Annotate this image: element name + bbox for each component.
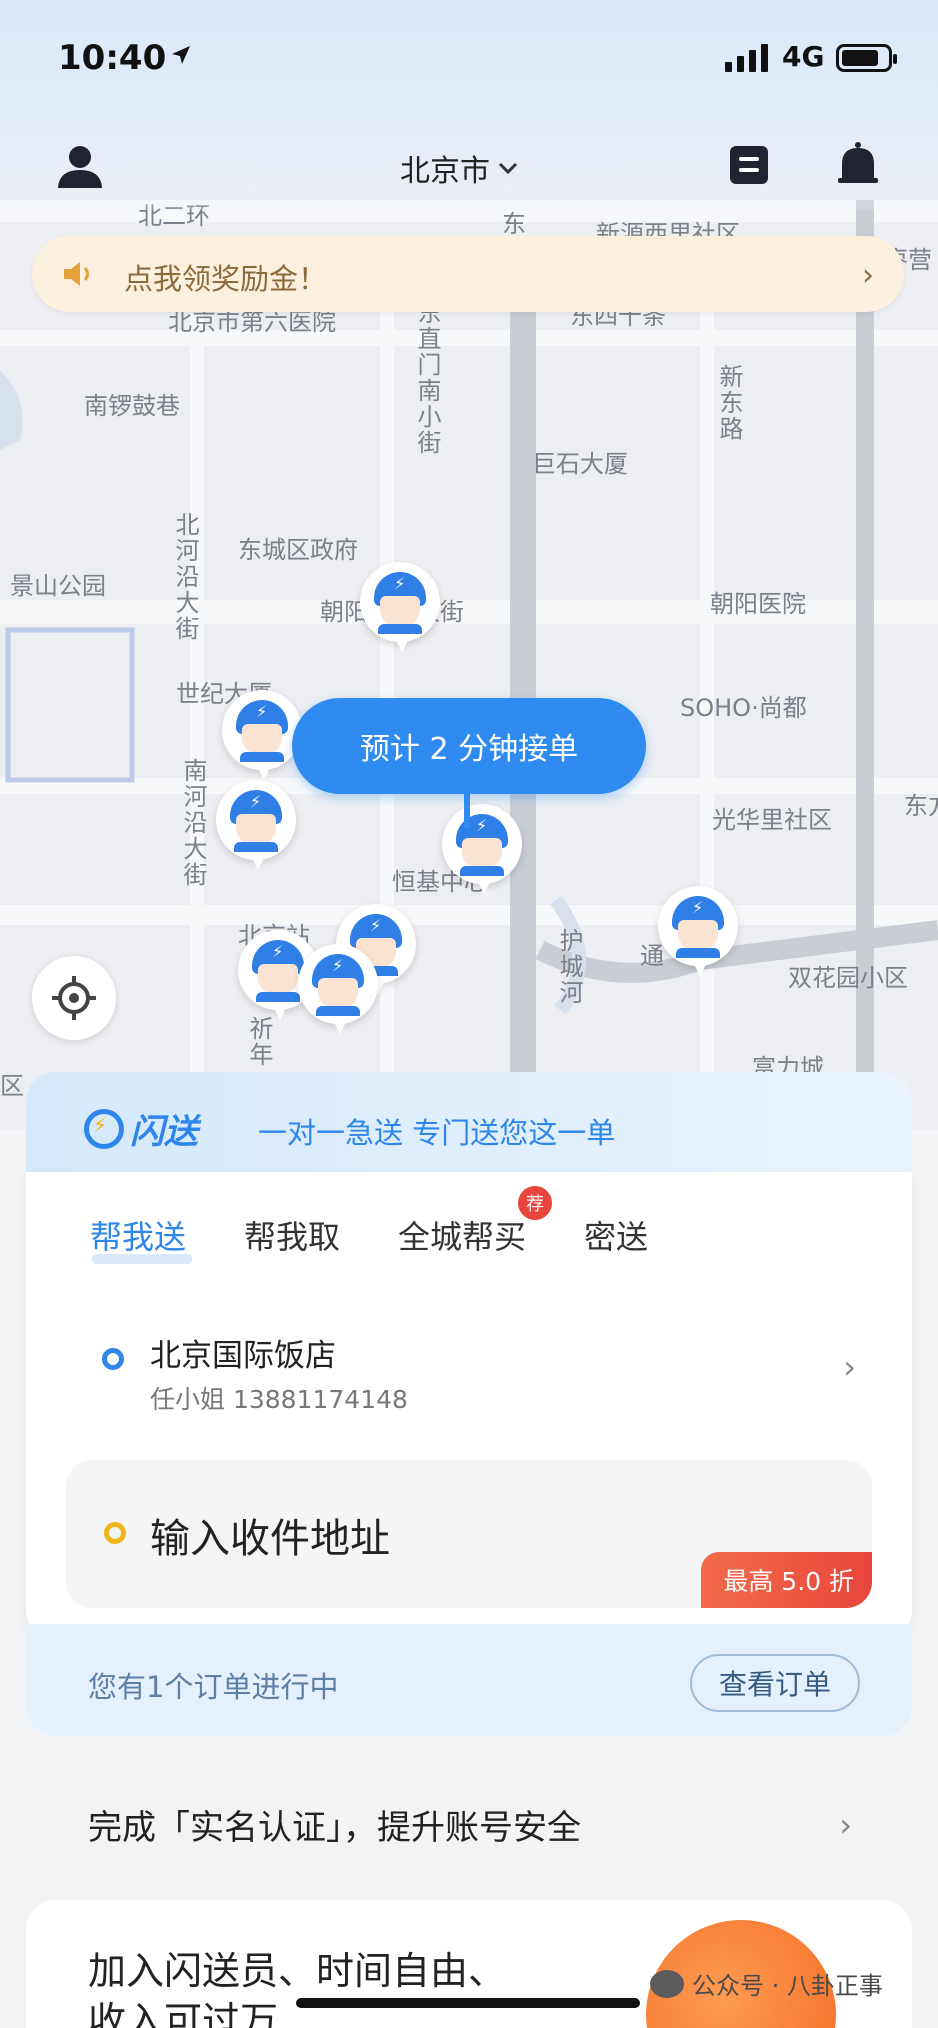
brand-logo: 闪送 <box>84 1104 198 1153</box>
verify-text: 完成「实名认证」，提升账号安全 <box>88 1808 581 1848</box>
speaker-icon <box>64 262 89 286</box>
map-label: 光华里社区 <box>712 806 832 834</box>
map-label: 南河沿大街 <box>179 758 207 888</box>
tab-send-for-me[interactable]: 帮我送 <box>90 1212 193 1264</box>
eta-bubble: 预计 2 分钟接单 <box>292 698 646 794</box>
watermark: 公众号 · 八卦正事 <box>650 1966 883 2001</box>
map-label: 东方 <box>904 792 938 820</box>
tab-city-purchase-label: 全城帮买 <box>398 1218 527 1256</box>
sender-contact: 任小姐 13881174148 <box>150 1385 408 1414</box>
service-tabs: 帮我送 帮我取 全城帮买 荐 密送 <box>90 1186 706 1264</box>
map-label: 景山公园 <box>10 572 106 600</box>
sender-address-row[interactable]: 北京国际饭店 任小姐 13881174148 › <box>26 1322 912 1422</box>
order-card: 帮我送 帮我取 全城帮买 荐 密送 北京国际饭店 任小姐 13881174148… <box>26 1172 912 1640</box>
eta-pin-stem <box>464 794 470 828</box>
top-bar: 北京市 <box>0 120 938 210</box>
map-label: 双花园小区 <box>788 964 908 992</box>
home-indicator[interactable] <box>296 1998 640 2008</box>
map-label: 北河沿大街 <box>171 512 199 642</box>
map-label: SOHO·尚都 <box>680 694 807 722</box>
chevron-right-icon: › <box>843 1348 856 1386</box>
reward-text: 点我领奖励金！ <box>124 262 328 296</box>
join-courier-card[interactable]: 加入闪送员、时间自由、 收入可过万 <box>26 1900 912 2028</box>
bell-icon[interactable] <box>836 140 880 190</box>
map-label: 东城区政府 <box>238 536 358 564</box>
map-label: 护城河 <box>555 928 583 1006</box>
courier-marker[interactable]: ⚡ <box>298 944 378 1036</box>
tab-city-purchase[interactable]: 全城帮买 荐 <box>398 1186 553 1258</box>
brand-name: 闪送 <box>130 1112 198 1152</box>
chevron-right-icon: › <box>839 1806 852 1844</box>
brand-slogan: 一对一急送 专门送您这一单 <box>258 1116 616 1150</box>
tab-secret-delivery[interactable]: 密送 <box>584 1212 648 1258</box>
battery-icon <box>836 44 897 72</box>
status-bar: 10:40 4G <box>0 0 938 120</box>
network-type: 4G <box>782 40 825 73</box>
courier-marker[interactable]: ⚡ <box>658 886 738 978</box>
receiver-address-field[interactable]: 输入收件地址 最高 5.0 折 <box>66 1460 872 1608</box>
courier-marker[interactable]: ⚡ <box>360 562 440 654</box>
map-label: 巨石大厦 <box>532 450 628 478</box>
map-label: 朝阳医院 <box>710 590 806 618</box>
receiver-placeholder: 输入收件地址 <box>150 1516 390 1562</box>
orders-list-icon[interactable] <box>730 146 768 184</box>
reward-banner[interactable]: 点我领奖励金！ › <box>32 236 904 312</box>
city-selector[interactable]: 北京市 <box>400 146 518 190</box>
chevron-right-icon: › <box>862 258 874 293</box>
signal-icon <box>725 44 768 72</box>
watermark-text: 公众号 · 八卦正事 <box>692 1972 883 2000</box>
crosshair-icon <box>52 976 96 1020</box>
view-order-button[interactable]: 查看订单 <box>690 1654 860 1712</box>
sender-dot-icon <box>102 1348 124 1370</box>
courier-marker[interactable]: ⚡ <box>222 690 302 782</box>
bolt-logo-icon <box>84 1108 124 1149</box>
order-progress-bar: 您有1个订单进行中 查看订单 <box>26 1624 912 1736</box>
map-label: 东直门南小街 <box>413 300 441 456</box>
join-title-line1: 加入闪送员、时间自由、 <box>88 1949 507 1993</box>
tab-pick-up-for-me[interactable]: 帮我取 <box>244 1212 340 1258</box>
locate-button[interactable] <box>32 956 116 1040</box>
map-label: 祈年 <box>245 1016 273 1068</box>
join-title-line2: 收入可过万 <box>88 1999 279 2028</box>
courier-marker[interactable]: ⚡ <box>216 780 296 872</box>
real-name-verify-row[interactable]: 完成「实名认证」，提升账号安全 › <box>0 1760 938 1890</box>
receiver-dot-icon <box>104 1522 126 1544</box>
map-label: 区 <box>0 1072 24 1100</box>
user-profile-icon[interactable] <box>55 142 105 192</box>
recommend-badge: 荐 <box>518 1186 553 1220</box>
sender-name: 北京国际饭店 <box>150 1338 336 1374</box>
location-arrow-icon <box>172 46 190 64</box>
map-label: 新东路 <box>715 364 743 442</box>
status-time: 10:40 <box>58 38 167 78</box>
chevron-down-icon <box>498 162 518 175</box>
order-progress-text: 您有1个订单进行中 <box>88 1670 339 1704</box>
courier-marker[interactable]: ⚡ <box>442 804 522 896</box>
service-header: 闪送 一对一急送 专门送您这一单 <box>26 1072 912 1182</box>
map-label: 南锣鼓巷 <box>84 392 180 420</box>
wechat-icon <box>650 1969 684 1998</box>
discount-badge: 最高 5.0 折 <box>701 1552 872 1608</box>
city-name: 北京市 <box>400 154 490 189</box>
